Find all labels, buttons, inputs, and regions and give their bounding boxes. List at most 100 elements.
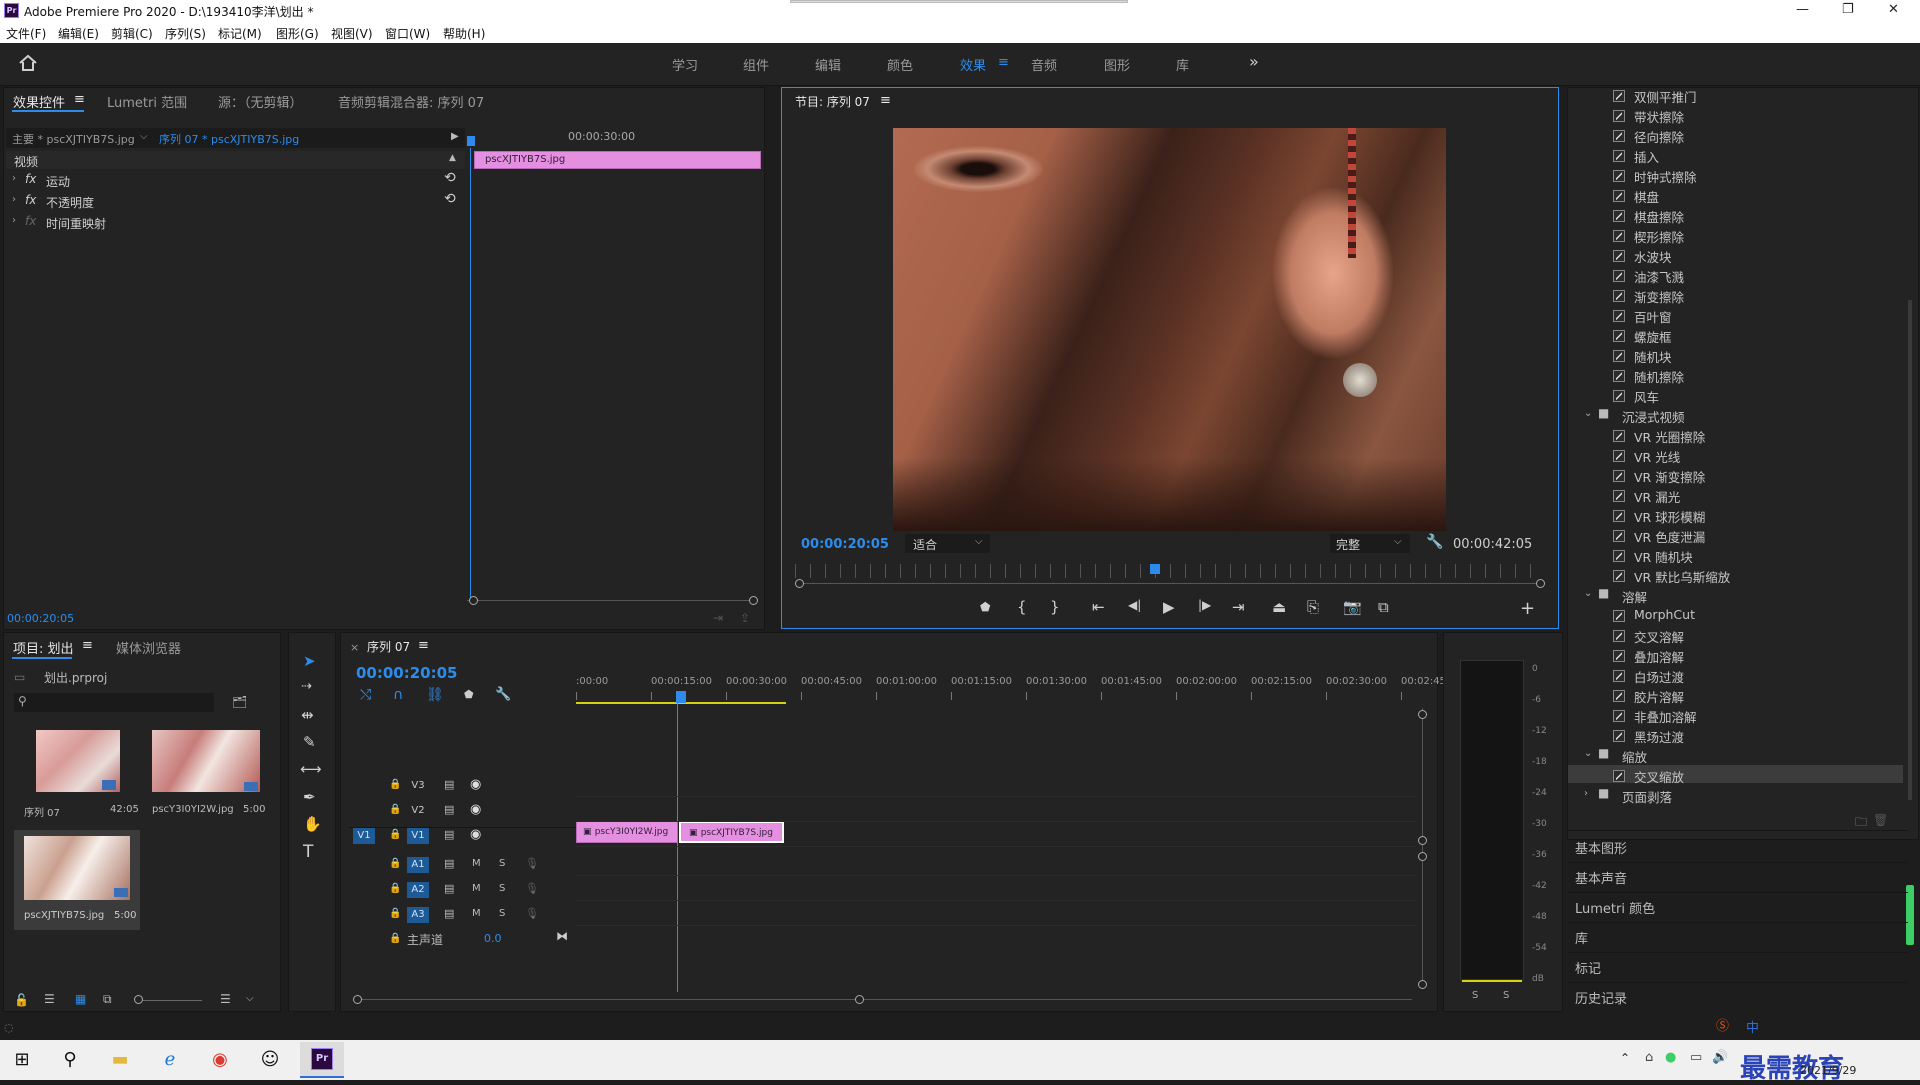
program-scrub-ruler[interactable] <box>795 564 1545 578</box>
icon-view-icon[interactable]: ▦ <box>75 992 86 1006</box>
solo-button[interactable]: S <box>499 908 505 919</box>
timeline-vertical-scrollbar[interactable] <box>1422 708 1423 988</box>
microphone-icon[interactable]: 🎙 <box>525 857 539 870</box>
project-item-image[interactable]: pscY3I0YI2W.jpg 5:00 <box>140 730 265 822</box>
effect-item[interactable]: 白场过渡 <box>1634 667 1684 686</box>
tab-sequence[interactable]: 序列 07 <box>367 638 410 655</box>
delete-icon[interactable]: 🗑 <box>1873 813 1888 827</box>
effect-controls-menu-icon[interactable]: ≡ <box>74 92 85 107</box>
ec-playhead-handle[interactable] <box>467 136 475 146</box>
wrench-icon[interactable]: 🔧 <box>1426 534 1443 550</box>
scroll-handle[interactable] <box>1418 852 1427 861</box>
insert-nest-icon[interactable]: ⤭ <box>360 687 371 703</box>
mute-button[interactable]: M <box>472 858 481 869</box>
effect-item[interactable]: VR 光圈擦除 <box>1634 427 1705 446</box>
ec-zoom-slider[interactable] <box>467 600 757 601</box>
go-to-out-icon[interactable]: ⇥ <box>1232 598 1245 616</box>
quality-dropdown[interactable]: 完整 ⌵ <box>1330 534 1410 553</box>
effect-item[interactable]: 渐变擦除 <box>1634 287 1684 306</box>
panel-essential-sound[interactable]: 基本声音 <box>1575 868 1627 887</box>
effects-scrollbar[interactable] <box>1908 300 1912 800</box>
menu-marker[interactable]: 标记(M) <box>218 25 262 42</box>
list-view-icon[interactable]: ☰ <box>44 992 55 1006</box>
ec-zoom-handle-right[interactable] <box>749 596 758 605</box>
timeline-clip[interactable]: ▣ pscY3I0YI2W.jpg <box>576 821 678 843</box>
ec-playhead[interactable] <box>470 148 471 600</box>
timeline-clip-selected[interactable]: ▣ pscXJTIYB7S.jpg <box>679 821 784 843</box>
selection-tool-icon[interactable]: ➤ <box>303 652 316 670</box>
workspace-assembly[interactable]: 组件 <box>743 55 769 74</box>
mark-out-icon[interactable]: } <box>1050 598 1060 616</box>
checkbox-icon[interactable] <box>1613 250 1625 262</box>
step-forward-icon[interactable]: |▶ <box>1198 598 1211 612</box>
ec-clip-bar[interactable]: pscXJTIYB7S.jpg <box>474 151 761 169</box>
play-icon[interactable]: ▶ <box>1163 598 1175 616</box>
checkbox-icon[interactable] <box>1613 710 1625 722</box>
menu-file[interactable]: 文件(F) <box>6 25 46 42</box>
effect-item[interactable]: 油漆飞溅 <box>1634 267 1684 286</box>
scroll-handle[interactable] <box>855 995 864 1004</box>
workspace-editing[interactable]: 编辑 <box>815 55 841 74</box>
tray-security-icon[interactable]: ● <box>1665 1050 1676 1065</box>
effect-item[interactable]: 黑场过渡 <box>1634 727 1684 746</box>
project-item-image-selected[interactable]: pscXJTIYB7S.jpg 5:00 <box>14 830 140 930</box>
effect-item[interactable]: 胶片溶解 <box>1634 687 1684 706</box>
checkbox-icon[interactable] <box>1613 350 1625 362</box>
project-item-sequence[interactable]: 序列 07 42:05 <box>14 730 139 822</box>
sync-lock-icon[interactable]: ▤ <box>444 857 454 870</box>
mute-button[interactable]: M <box>472 883 481 894</box>
tab-audio-clip-mixer[interactable]: 音频剪辑混合器: 序列 07 <box>338 92 484 111</box>
add-button-icon[interactable]: + <box>1520 598 1535 619</box>
tab-source[interactable]: 源：（无剪辑） <box>218 92 303 111</box>
home-icon[interactable] <box>18 54 38 72</box>
panel-essential-graphics[interactable]: 基本图形 <box>1575 838 1627 857</box>
windows-start-icon[interactable]: ⊞ <box>4 1045 40 1075</box>
checkbox-icon[interactable] <box>1613 190 1625 202</box>
effect-item[interactable]: VR 默比乌斯缩放 <box>1634 567 1730 586</box>
solo-left-button[interactable]: S <box>1472 990 1478 1001</box>
workspace-menu-icon[interactable]: ≡ <box>998 55 1009 70</box>
tray-volume-icon[interactable]: 🔊 <box>1712 1050 1728 1065</box>
qq-icon[interactable]: ☺ <box>252 1045 288 1075</box>
folder-toggle-icon[interactable]: ⌄ <box>1584 748 1592 759</box>
folder-toggle-icon[interactable]: ⌄ <box>1584 408 1592 419</box>
effect-item[interactable]: 楔形擦除 <box>1634 227 1684 246</box>
effect-item[interactable]: 时钟式擦除 <box>1634 167 1697 186</box>
track-target-v3[interactable]: V3 <box>407 778 429 794</box>
linked-selection-icon[interactable]: ⛓ <box>426 687 444 703</box>
checkbox-icon[interactable] <box>1613 430 1625 442</box>
menu-graphics[interactable]: 图形(G) <box>276 25 319 42</box>
microphone-icon[interactable]: 🎙 <box>525 882 539 895</box>
lock-icon[interactable]: 🔓 <box>14 993 29 1007</box>
folder-toggle-icon[interactable]: › <box>1584 788 1588 799</box>
eye-icon[interactable]: ◉ <box>470 802 481 817</box>
ime-mode-label[interactable]: 中 <box>1746 1017 1759 1036</box>
microphone-icon[interactable]: 🎙 <box>525 907 539 920</box>
eye-icon[interactable]: ◉ <box>470 777 481 792</box>
effect-item[interactable]: 随机块 <box>1634 347 1672 366</box>
tray-chevron-icon[interactable]: ⌃ <box>1620 1051 1630 1065</box>
checkbox-icon[interactable] <box>1613 630 1625 642</box>
checkbox-icon[interactable] <box>1613 730 1625 742</box>
ripple-edit-tool-icon[interactable]: ⇹ <box>301 706 314 724</box>
comparison-view-icon[interactable]: ⧉ <box>1378 598 1389 616</box>
chrome-icon[interactable]: ◉ <box>202 1045 238 1075</box>
lift-icon[interactable]: ⏏ <box>1272 598 1286 616</box>
property-motion[interactable]: 运动 <box>46 173 70 190</box>
menu-help[interactable]: 帮助(H) <box>443 25 485 42</box>
play-triangle-icon[interactable]: ▶ <box>451 131 459 142</box>
effect-item[interactable]: 棋盘擦除 <box>1634 207 1684 226</box>
tray-monitor-icon[interactable]: ▭ <box>1690 1050 1702 1065</box>
mute-button[interactable]: M <box>472 908 481 919</box>
project-search-input[interactable] <box>14 693 214 712</box>
effect-item[interactable]: VR 球形模糊 <box>1634 507 1705 526</box>
extract-icon[interactable]: ⎘ <box>1307 598 1319 616</box>
expand-arrow-icon[interactable]: › <box>12 173 16 184</box>
panel-lumetri-color[interactable]: Lumetri 颜色 <box>1575 898 1655 917</box>
workspace-learn[interactable]: 学习 <box>672 55 698 74</box>
ec-zoom-handle-left[interactable] <box>469 596 478 605</box>
timeline-ruler[interactable]: :00:00 00:00:15:00 00:00:30:00 00:00:45:00 0… <box>576 672 1449 702</box>
sogou-ime-icon[interactable]: Ⓢ <box>1716 1015 1729 1034</box>
fx-badge-icon[interactable]: fx <box>25 193 36 207</box>
program-monitor-title[interactable]: 节目: 序列 07 <box>795 93 870 110</box>
